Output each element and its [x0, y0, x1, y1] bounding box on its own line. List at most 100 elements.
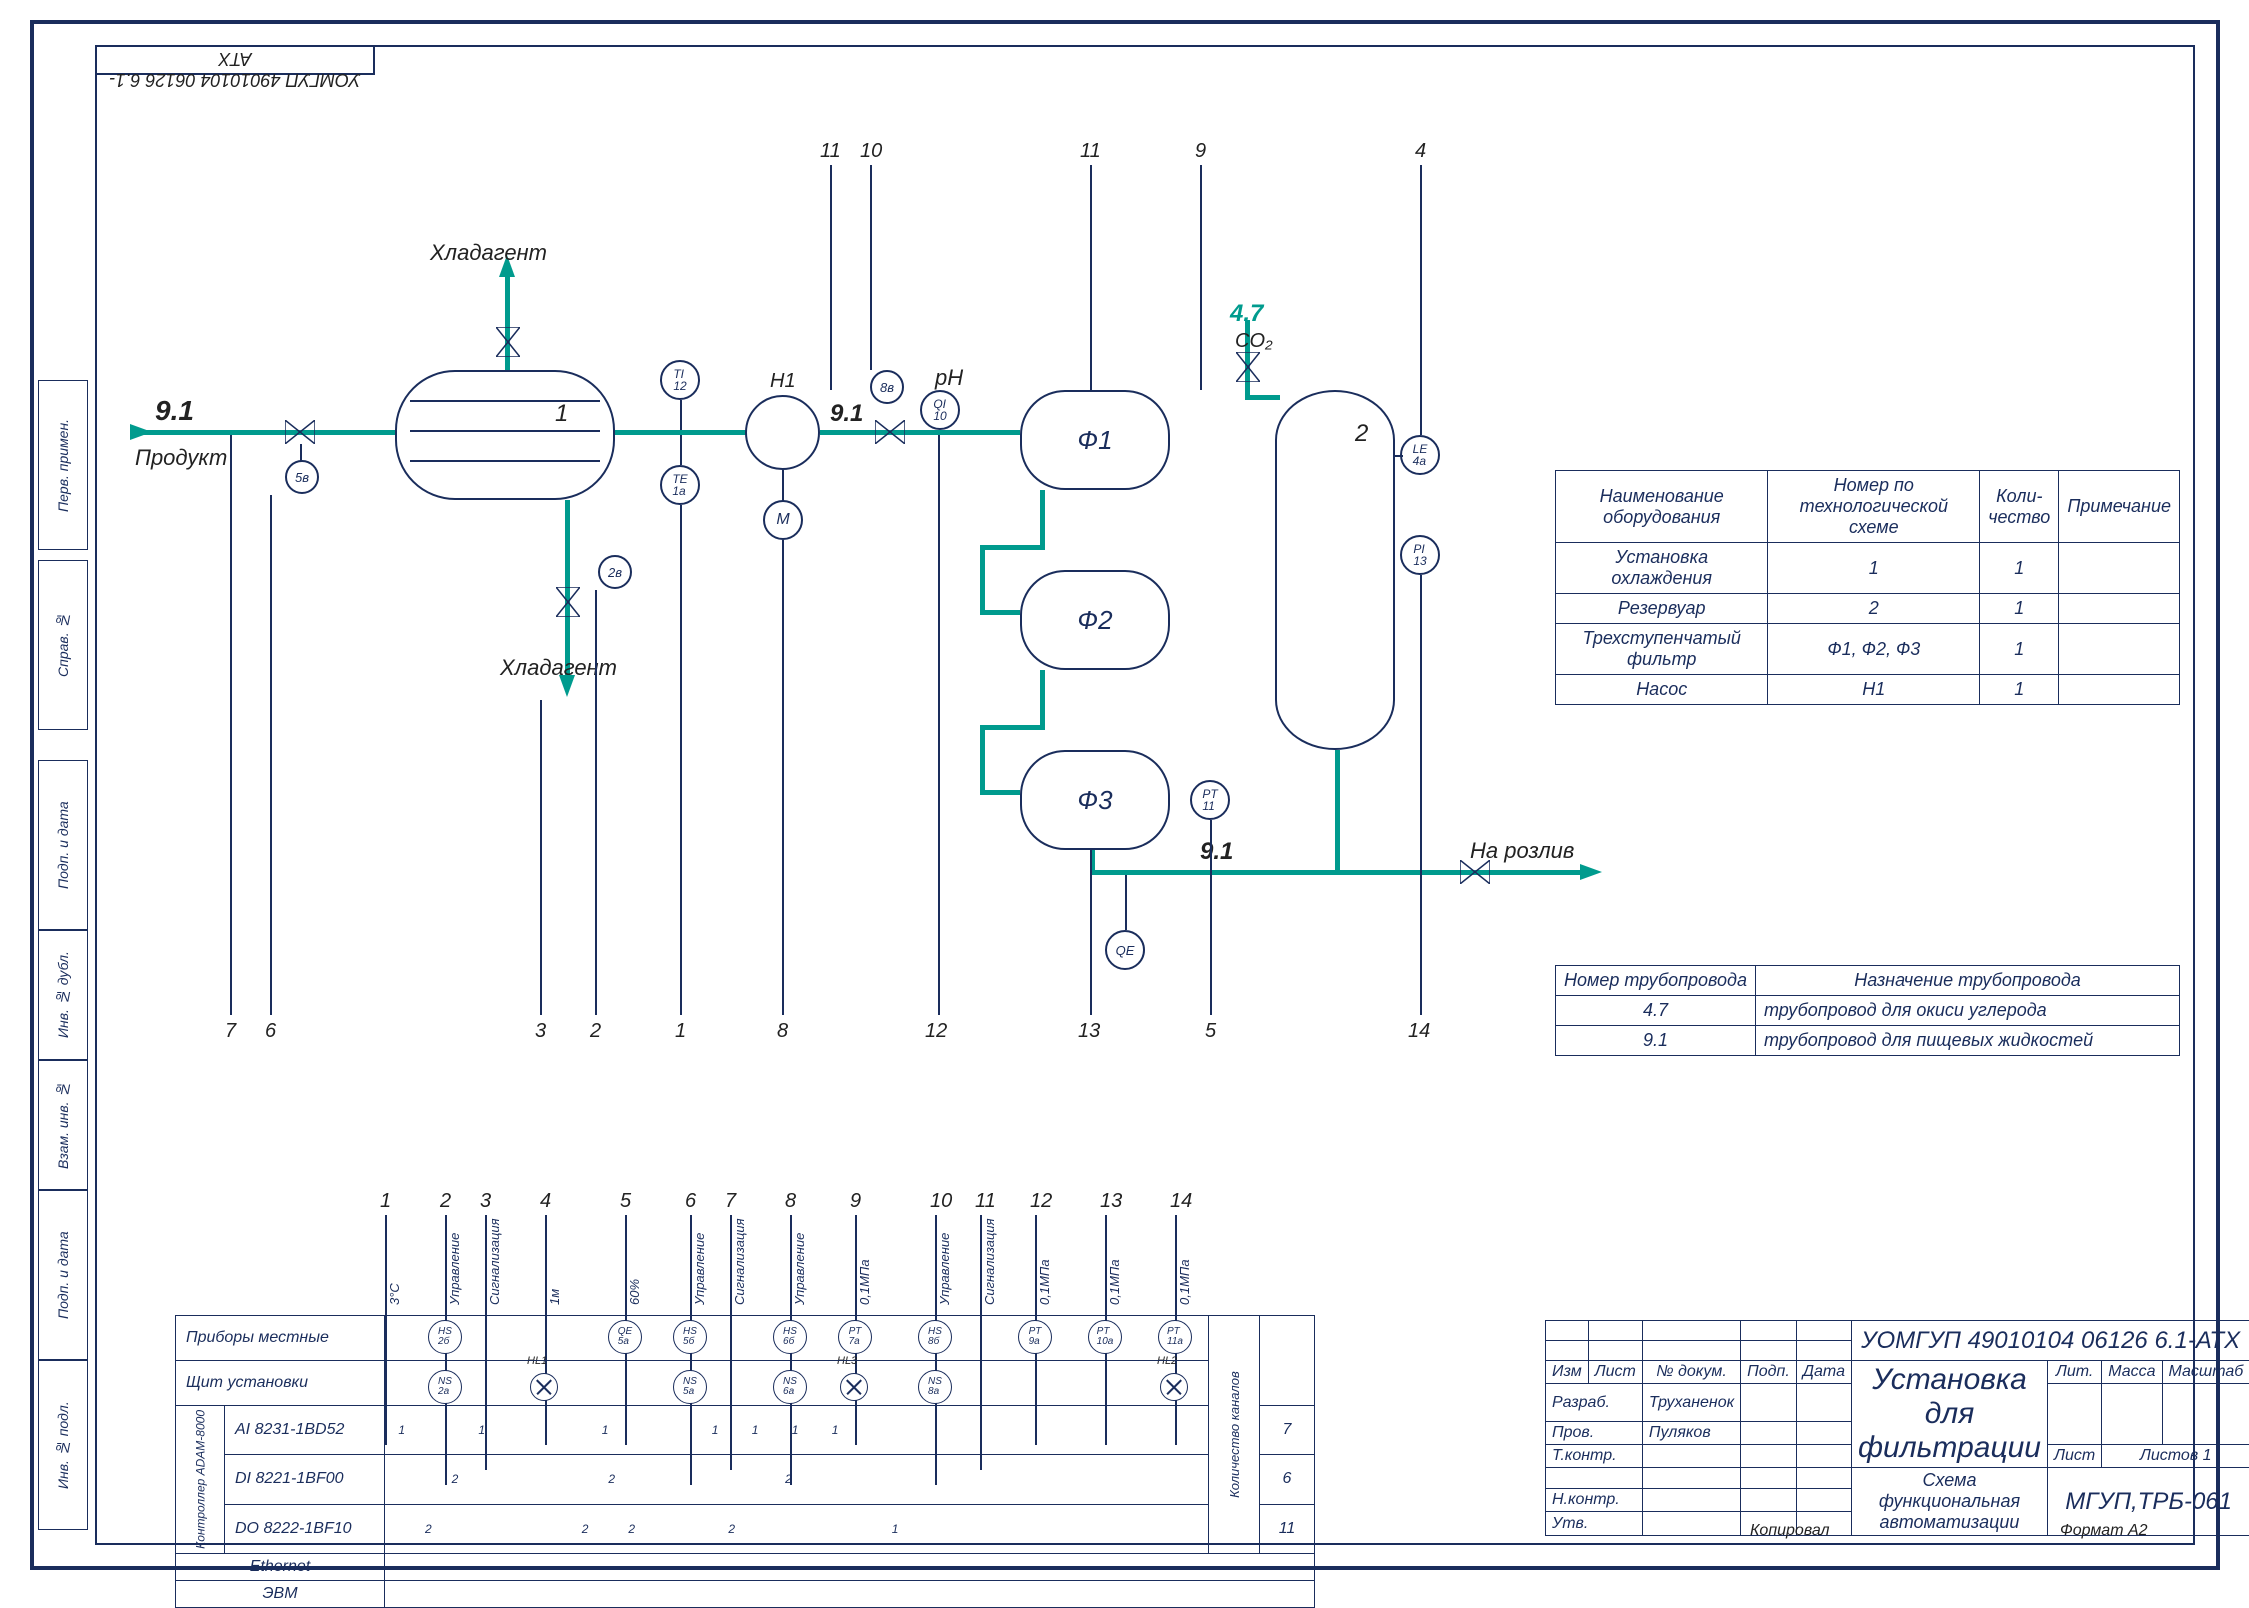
ct14: 0,1МПа: [1177, 1259, 1192, 1305]
ct6: Управление: [692, 1233, 707, 1305]
cooler-bar2: [410, 430, 600, 432]
label-product: Продукт: [135, 445, 227, 471]
arrow-inlet: [130, 424, 152, 440]
line-le: [1395, 455, 1403, 457]
line-m: [782, 470, 784, 502]
valve-co2: [1236, 352, 1260, 382]
num-b14: 14: [1408, 1020, 1430, 1043]
io-table: Приборы местныеКоличество каналов Щит ус…: [175, 1315, 1315, 1608]
ct5: 60%: [627, 1279, 642, 1305]
sig-b14: [1420, 575, 1422, 1015]
num-b12: 12: [925, 1020, 947, 1043]
flow-4-7: 4.7: [1230, 300, 1263, 328]
ch1: 1: [380, 1190, 391, 1213]
pipe-f1-d1: [1040, 490, 1045, 550]
pipe-f2-d4: [980, 790, 1020, 795]
pipe-table: Номер трубопроводаНазначение трубопровод…: [1555, 965, 2180, 1056]
ch10: 10: [930, 1190, 952, 1213]
instr-2v: 2в: [598, 555, 632, 589]
num-4: 4: [1415, 140, 1426, 163]
num-11b: 11: [1080, 140, 1101, 163]
sig-11b: [1090, 165, 1092, 390]
ct7: Сигнализация: [732, 1218, 747, 1305]
instr-pi13: PI 13: [1400, 535, 1440, 575]
ch3: 3: [480, 1190, 491, 1213]
ct12: 0,1МПа: [1037, 1259, 1052, 1305]
num-9: 9: [1195, 140, 1206, 163]
tag-1: 1: [555, 400, 568, 428]
ct13: 0,1МПа: [1107, 1259, 1122, 1305]
ct4: 1м: [547, 1289, 562, 1305]
instr-qi10: QI 10: [920, 390, 960, 430]
label-ref-bot: Хладагент: [500, 655, 617, 681]
side-inv-podl: Инв. № подл.: [38, 1360, 88, 1530]
num-b8: 8: [777, 1020, 788, 1043]
side-perv: Перв. примен.: [38, 380, 88, 550]
num-11a: 11: [820, 140, 841, 163]
flow-9-1-b: 9.1: [830, 400, 863, 428]
ct11: Сигнализация: [982, 1218, 997, 1305]
sig-11a: [830, 165, 832, 390]
sig-4: [1420, 165, 1422, 435]
sig-b2: [595, 590, 597, 1015]
instr-pt11: PT 11: [1190, 780, 1230, 820]
ch5: 5: [620, 1190, 631, 1213]
valve-5v: [285, 420, 315, 444]
sig-9: [1200, 165, 1202, 390]
instr-8v: 8в: [870, 370, 904, 404]
titleblock: УОМГУП 49010104 06126 6.1-АТХ ИзмЛист№ д…: [1545, 1320, 2249, 1536]
sig-b13: [1090, 850, 1092, 1015]
label-ph: pH: [935, 365, 963, 391]
side-podp-data2: Подп. и дата: [38, 760, 88, 930]
line-ti12: [680, 400, 682, 430]
pipe-co2-h: [1245, 395, 1280, 400]
pipe-f3-out: [1170, 870, 1340, 875]
valve-bottling: [1460, 860, 1490, 884]
pipe-res-in: [1335, 750, 1340, 875]
instr-qe: QE: [1105, 930, 1145, 970]
instr-le4a: LE 4а: [1400, 435, 1440, 475]
ct10: Управление: [937, 1233, 952, 1305]
ch13: 13: [1100, 1190, 1122, 1213]
ch6: 6: [685, 1190, 696, 1213]
side-inv-dubl: Инв. № дубл.: [38, 930, 88, 1060]
ct1: 3°C: [387, 1283, 402, 1305]
instr-ti12: TI 12: [660, 360, 700, 400]
sig-b3: [540, 700, 542, 1015]
arrow-bottling: [1580, 864, 1602, 880]
pipe-f2-d2: [980, 725, 1045, 730]
ch12: 12: [1030, 1190, 1052, 1213]
ct9: 0,1МПа: [857, 1259, 872, 1305]
ch7: 7: [725, 1190, 736, 1213]
num-10: 10: [860, 140, 882, 163]
num-b2: 2: [590, 1020, 601, 1043]
instr-te1a: TE 1а: [660, 465, 700, 505]
num-b5: 5: [1205, 1020, 1216, 1043]
valve-2v: [556, 587, 580, 617]
ct3: Сигнализация: [487, 1218, 502, 1305]
num-b13: 13: [1078, 1020, 1100, 1043]
pipe-inlet: [135, 430, 395, 435]
line-te1a: [680, 435, 682, 465]
reservoir: [1275, 390, 1395, 750]
filter-f1: Ф1: [1020, 390, 1170, 490]
side-sprav: Справ. №: [38, 560, 88, 730]
kopiroval: Копировал: [1750, 1522, 1830, 1540]
pipe-f3-h: [1090, 870, 1170, 875]
valve-8v: [875, 420, 905, 444]
pipe-pump-f1: [820, 430, 1020, 435]
line-5v: [300, 444, 302, 462]
tag-h1: Н1: [770, 370, 796, 393]
valve-ref-top: [496, 327, 520, 357]
filter-f3: Ф3: [1020, 750, 1170, 850]
tag-2: 2: [1355, 420, 1368, 448]
ct8: Управление: [792, 1233, 807, 1305]
sig-b12: [938, 435, 940, 1015]
cooler-bar1: [410, 400, 600, 402]
label-ref-top: Хладагент: [430, 240, 547, 266]
num-b7: 7: [225, 1020, 236, 1043]
ch14: 14: [1170, 1190, 1192, 1213]
format: Формат А2: [2060, 1522, 2148, 1540]
pipe-f1-d3: [980, 545, 985, 615]
pipe-f2-d3: [980, 725, 985, 795]
